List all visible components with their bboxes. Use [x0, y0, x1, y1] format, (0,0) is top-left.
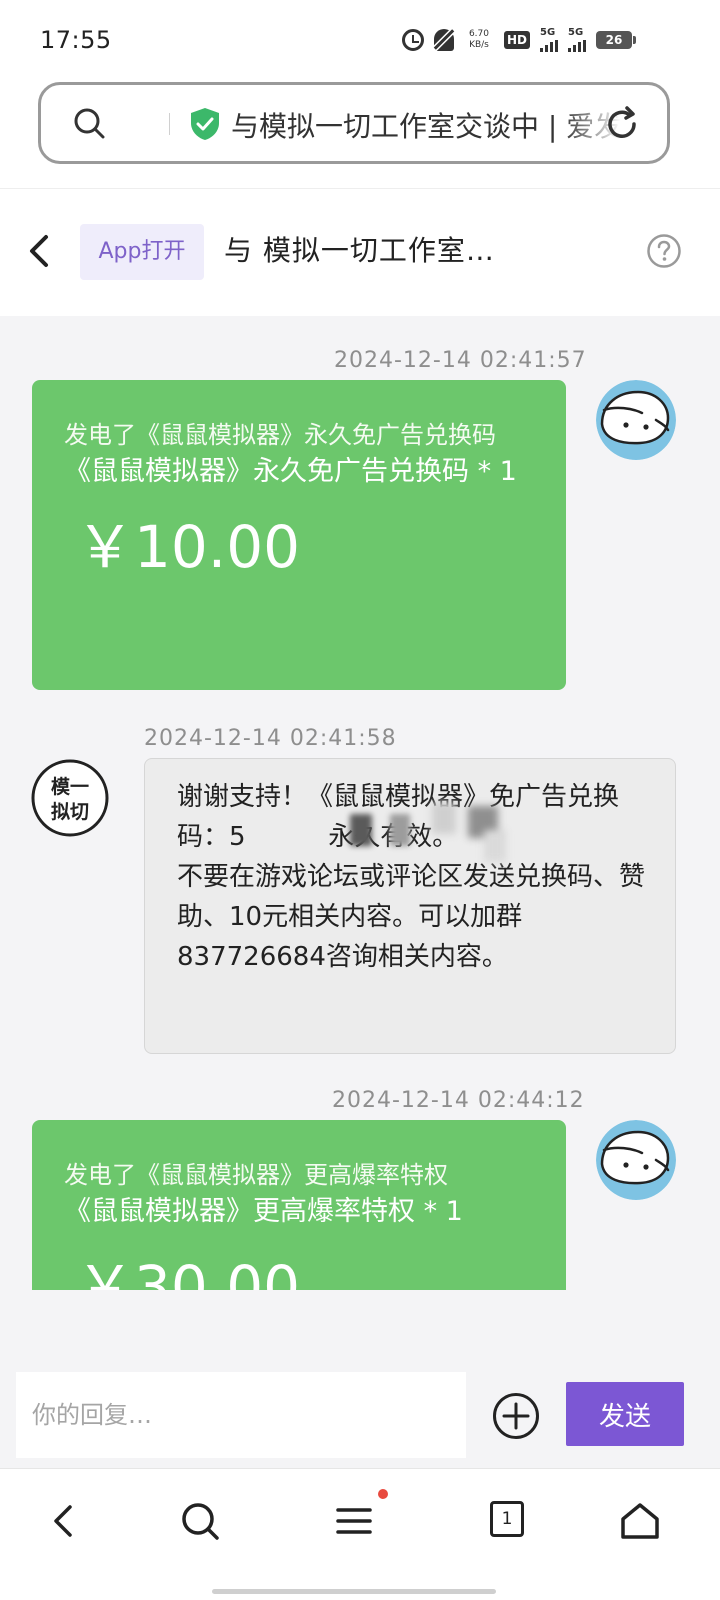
sim2-label: 5G — [568, 27, 584, 38]
help-icon[interactable] — [646, 233, 682, 269]
chat-messages[interactable]: 2024-12-14 02:41:57 发电了《鼠鼠模拟器》永久免广告兑换码 《… — [0, 316, 720, 1290]
nav-search-icon[interactable] — [176, 1497, 224, 1545]
order-title: 发电了《鼠鼠模拟器》更高爆率特权 — [64, 1161, 448, 1189]
message-timestamp: 2024-12-14 02:41:57 — [334, 348, 587, 373]
message-timestamp: 2024-12-14 02:41:58 — [144, 726, 397, 751]
user-avatar[interactable] — [596, 380, 676, 460]
reload-icon[interactable] — [603, 105, 641, 143]
redacted-code-block — [432, 802, 456, 834]
send-button[interactable]: 发送 — [566, 1382, 684, 1446]
sponsor-order-bubble[interactable]: 发电了《鼠鼠模拟器》更高爆率特权 《鼠鼠模拟器》更高爆率特权 * 1 ￥30.0… — [32, 1120, 566, 1290]
reply-input[interactable] — [16, 1372, 466, 1458]
address-bar[interactable]: 与模拟一切工作室交谈中 | 爱发电 — [38, 82, 670, 164]
user-avatar[interactable] — [596, 1120, 676, 1200]
hd-icon: HD — [503, 31, 530, 49]
back-icon[interactable] — [22, 231, 58, 271]
signal-sim2-icon: 5G — [568, 28, 586, 52]
creator-avatar-text-bottom: 拟切 — [51, 801, 89, 823]
creator-avatar-text-top: 模一 — [51, 775, 89, 798]
nav-home-icon[interactable] — [616, 1497, 664, 1545]
sponsor-order-bubble[interactable]: 发电了《鼠鼠模拟器》永久免广告兑换码 《鼠鼠模拟器》永久免广告兑换码 * 1 ￥… — [32, 380, 566, 690]
signal-sim1-icon: 5G — [540, 28, 558, 52]
search-icon[interactable] — [73, 107, 105, 139]
browser-toolbar: 与模拟一切工作室交谈中 | 爱发电 — [0, 80, 720, 188]
open-in-app-button[interactable]: App打开 — [80, 224, 204, 280]
chat-header: App打开 与 模拟一切工作室… — [0, 188, 720, 316]
nav-menu-icon[interactable] — [330, 1497, 378, 1545]
order-title: 发电了《鼠鼠模拟器》永久免广告兑换码 — [64, 421, 496, 449]
url-text[interactable]: 与模拟一切工作室交谈中 | 爱发电 — [231, 105, 621, 145]
network-speed: 6.70 KB/s — [464, 29, 494, 51]
redacted-code-block — [350, 814, 372, 846]
add-icon[interactable] — [492, 1392, 540, 1440]
reply-composer: 发送 — [0, 1356, 720, 1468]
creator-reply-bubble[interactable]: 谢谢支持！《鼠鼠模拟器》免广告兑换码：5 永久有效。 不要在游戏论坛或评论区发送… — [144, 758, 676, 1054]
creator-avatar[interactable]: 模一 拟切 — [30, 758, 110, 838]
nav-back-icon[interactable] — [40, 1497, 88, 1545]
mute-bell-icon — [433, 29, 454, 51]
status-time: 17:55 — [40, 26, 112, 54]
sim1-label: 5G — [540, 27, 556, 38]
redacted-code-block — [484, 830, 506, 862]
notification-dot — [378, 1489, 388, 1499]
nav-tabs-icon[interactable]: 1 — [490, 1501, 524, 1537]
order-price: ￥30.00 — [76, 1253, 301, 1290]
status-icons: 6.70 KB/s HD 5G 5G 26 — [401, 26, 636, 54]
order-price: ￥10.00 — [76, 513, 301, 581]
alarm-icon — [401, 29, 424, 51]
browser-bottom-nav: 1 — [0, 1468, 720, 1600]
network-speed-unit: KB/s — [469, 40, 489, 50]
home-indicator — [212, 1589, 496, 1594]
order-item: 《鼠鼠模拟器》更高爆率特权 * 1 — [64, 1196, 463, 1227]
redacted-code-block — [390, 814, 410, 846]
shield-check-icon — [191, 108, 219, 140]
address-divider — [169, 113, 170, 135]
order-item: 《鼠鼠模拟器》永久免广告兑换码 * 1 — [64, 456, 517, 487]
network-speed-value: 6.70 — [468, 29, 489, 39]
chat-title: 与 模拟一切工作室… — [224, 234, 495, 267]
status-bar: 17:55 6.70 KB/s HD 5G 5G 26 — [0, 0, 720, 80]
battery-icon: 26 — [596, 31, 636, 49]
message-timestamp: 2024-12-14 02:44:12 — [332, 1088, 585, 1113]
